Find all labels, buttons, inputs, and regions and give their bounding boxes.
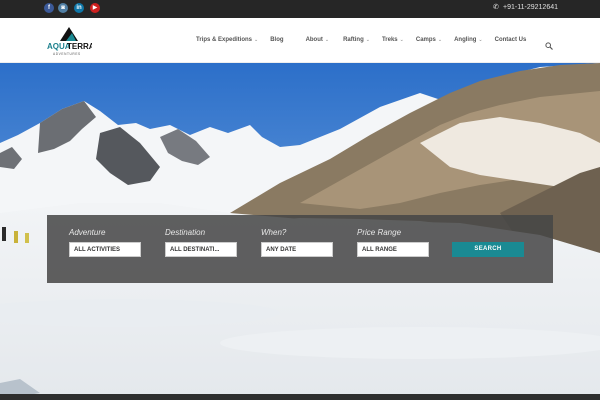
chevron-down-icon: ⌄ [437, 37, 443, 43]
nav-label: Trips & Expeditions [196, 37, 253, 43]
logo-terra-text: TERRA [67, 42, 92, 51]
chevron-down-icon: ⌄ [254, 37, 259, 43]
search-icon[interactable] [545, 37, 553, 50]
nav-contact-us[interactable]: Contact Us [495, 37, 527, 43]
site-header: AQUA TERRA ADVENTURES Trips & Expedition… [0, 18, 600, 63]
price-range-select[interactable]: ALL RANGE [357, 242, 429, 257]
top-bar: f ◙ in ▶ ✆ +91-11-29212641 [0, 0, 600, 18]
nav-label: Treks [381, 37, 398, 43]
phone-contact[interactable]: ✆ +91-11-29212641 [493, 3, 558, 12]
nav-label: Blog [270, 37, 284, 43]
logo-subtitle: ADVENTURES [53, 52, 81, 56]
destination-select[interactable]: ALL DESTINATI... [165, 242, 237, 257]
adventure-label: Adventure [69, 228, 106, 237]
nav-trips-expeditions[interactable]: Trips & Expeditions ⌄ [196, 37, 258, 43]
price-range-label: Price Range [357, 228, 402, 237]
chevron-down-icon: ⌄ [365, 37, 370, 43]
nav-blog[interactable]: Blog [270, 37, 283, 43]
nav-label: Camps [415, 37, 436, 43]
linkedin-icon[interactable]: in [74, 3, 84, 13]
bottom-strip [0, 394, 600, 400]
chevron-down-icon: ⌄ [478, 37, 483, 43]
nav-label: Rafting [343, 37, 364, 43]
nav-rafting[interactable]: Rafting ⌄ [343, 37, 370, 43]
nav-label: Angling [454, 37, 477, 43]
nav-label: Contact Us [494, 37, 527, 43]
nav-camps[interactable]: Camps ⌄ [416, 37, 442, 43]
nav-about[interactable]: About ⌄ [306, 37, 330, 43]
facebook-icon[interactable]: f [44, 3, 54, 13]
phone-icon: ✆ [493, 4, 500, 11]
nav-angling[interactable]: Angling ⌄ [454, 37, 483, 43]
destination-label: Destination [165, 228, 206, 237]
search-button[interactable]: SEARCH [452, 242, 524, 257]
chevron-down-icon: ⌄ [399, 37, 404, 43]
instagram-icon[interactable]: ◙ [58, 3, 68, 13]
phone-number: +91-11-29212641 [503, 3, 558, 11]
site-logo[interactable]: AQUA TERRA ADVENTURES [46, 23, 92, 57]
nav-treks[interactable]: Treks ⌄ [382, 37, 404, 43]
nav-label: About [305, 37, 323, 43]
adventure-select[interactable]: ALL ACTIVITIES [69, 242, 141, 257]
main-nav: Trips & Expeditions ⌄ Blog About ⌄ Rafting… [196, 37, 526, 43]
youtube-icon[interactable]: ▶ [90, 3, 100, 13]
date-select[interactable]: ANY DATE [261, 242, 333, 257]
chevron-down-icon: ⌄ [324, 37, 330, 43]
trip-search-panel: Adventure Destination When? Price Range … [47, 215, 553, 283]
when-label: When? [261, 228, 287, 237]
